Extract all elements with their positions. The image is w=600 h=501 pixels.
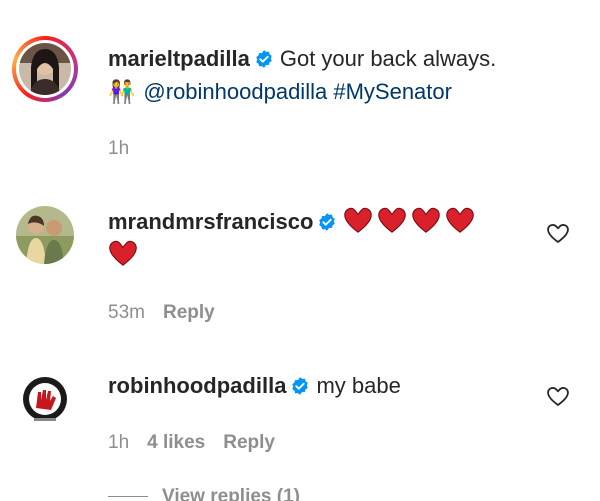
avatar[interactable]	[12, 36, 78, 102]
red-heart-emoji-icon	[344, 207, 373, 233]
verified-badge-icon	[319, 213, 336, 231]
avatar-photo	[19, 43, 71, 95]
comment-body: marieltpadilla Got your back always. 👫 @ro…	[108, 42, 540, 108]
divider-line	[108, 496, 148, 498]
like-heart-icon[interactable]	[546, 222, 570, 244]
likes-count[interactable]: 4 likes	[147, 432, 205, 453]
comment-text: my babe	[316, 373, 401, 398]
couple-emoji: 👫	[108, 79, 136, 104]
verified-badge-icon	[292, 377, 309, 395]
red-heart-emoji-icon	[378, 207, 407, 233]
hashtag-link[interactable]: #MySenator	[333, 79, 452, 104]
comment-time[interactable]: 1h	[108, 138, 129, 159]
comments-panel: marieltpadilla Got your back always. 👫 @ro…	[0, 0, 600, 501]
comment-time[interactable]: 53m	[108, 302, 145, 323]
avatar-photo	[16, 206, 74, 264]
comment-meta: 1h	[108, 138, 147, 160]
avatar-logo	[16, 370, 74, 428]
avatar[interactable]	[12, 366, 78, 432]
comment-body: robinhoodpadilla my babe	[108, 369, 540, 402]
comment-time[interactable]: 1h	[108, 432, 129, 453]
view-replies-button[interactable]: View replies (1)	[108, 486, 300, 501]
reply-button[interactable]: Reply	[163, 302, 215, 323]
view-replies-label: View replies (1)	[162, 486, 300, 501]
comment-username[interactable]: mrandmrsfrancisco	[108, 209, 313, 234]
comment-meta: 1h 4 likes Reply	[108, 432, 293, 454]
avatar[interactable]	[12, 202, 78, 268]
like-heart-icon[interactable]	[546, 385, 570, 407]
comment-username[interactable]: marieltpadilla	[108, 46, 250, 71]
red-heart-emoji-icon	[412, 207, 441, 233]
comment-text: Got your back always.	[279, 46, 497, 71]
red-heart-emoji-icon	[446, 207, 475, 233]
verified-badge-icon	[256, 50, 272, 68]
comment-body: mrandmrsfrancisco	[108, 205, 540, 271]
comment-username[interactable]: robinhoodpadilla	[108, 373, 286, 398]
reply-button[interactable]: Reply	[223, 432, 275, 453]
mention-link[interactable]: @robinhoodpadilla	[143, 79, 327, 104]
comment-meta: 53m Reply	[108, 302, 233, 324]
red-heart-emoji-icon	[109, 240, 137, 266]
